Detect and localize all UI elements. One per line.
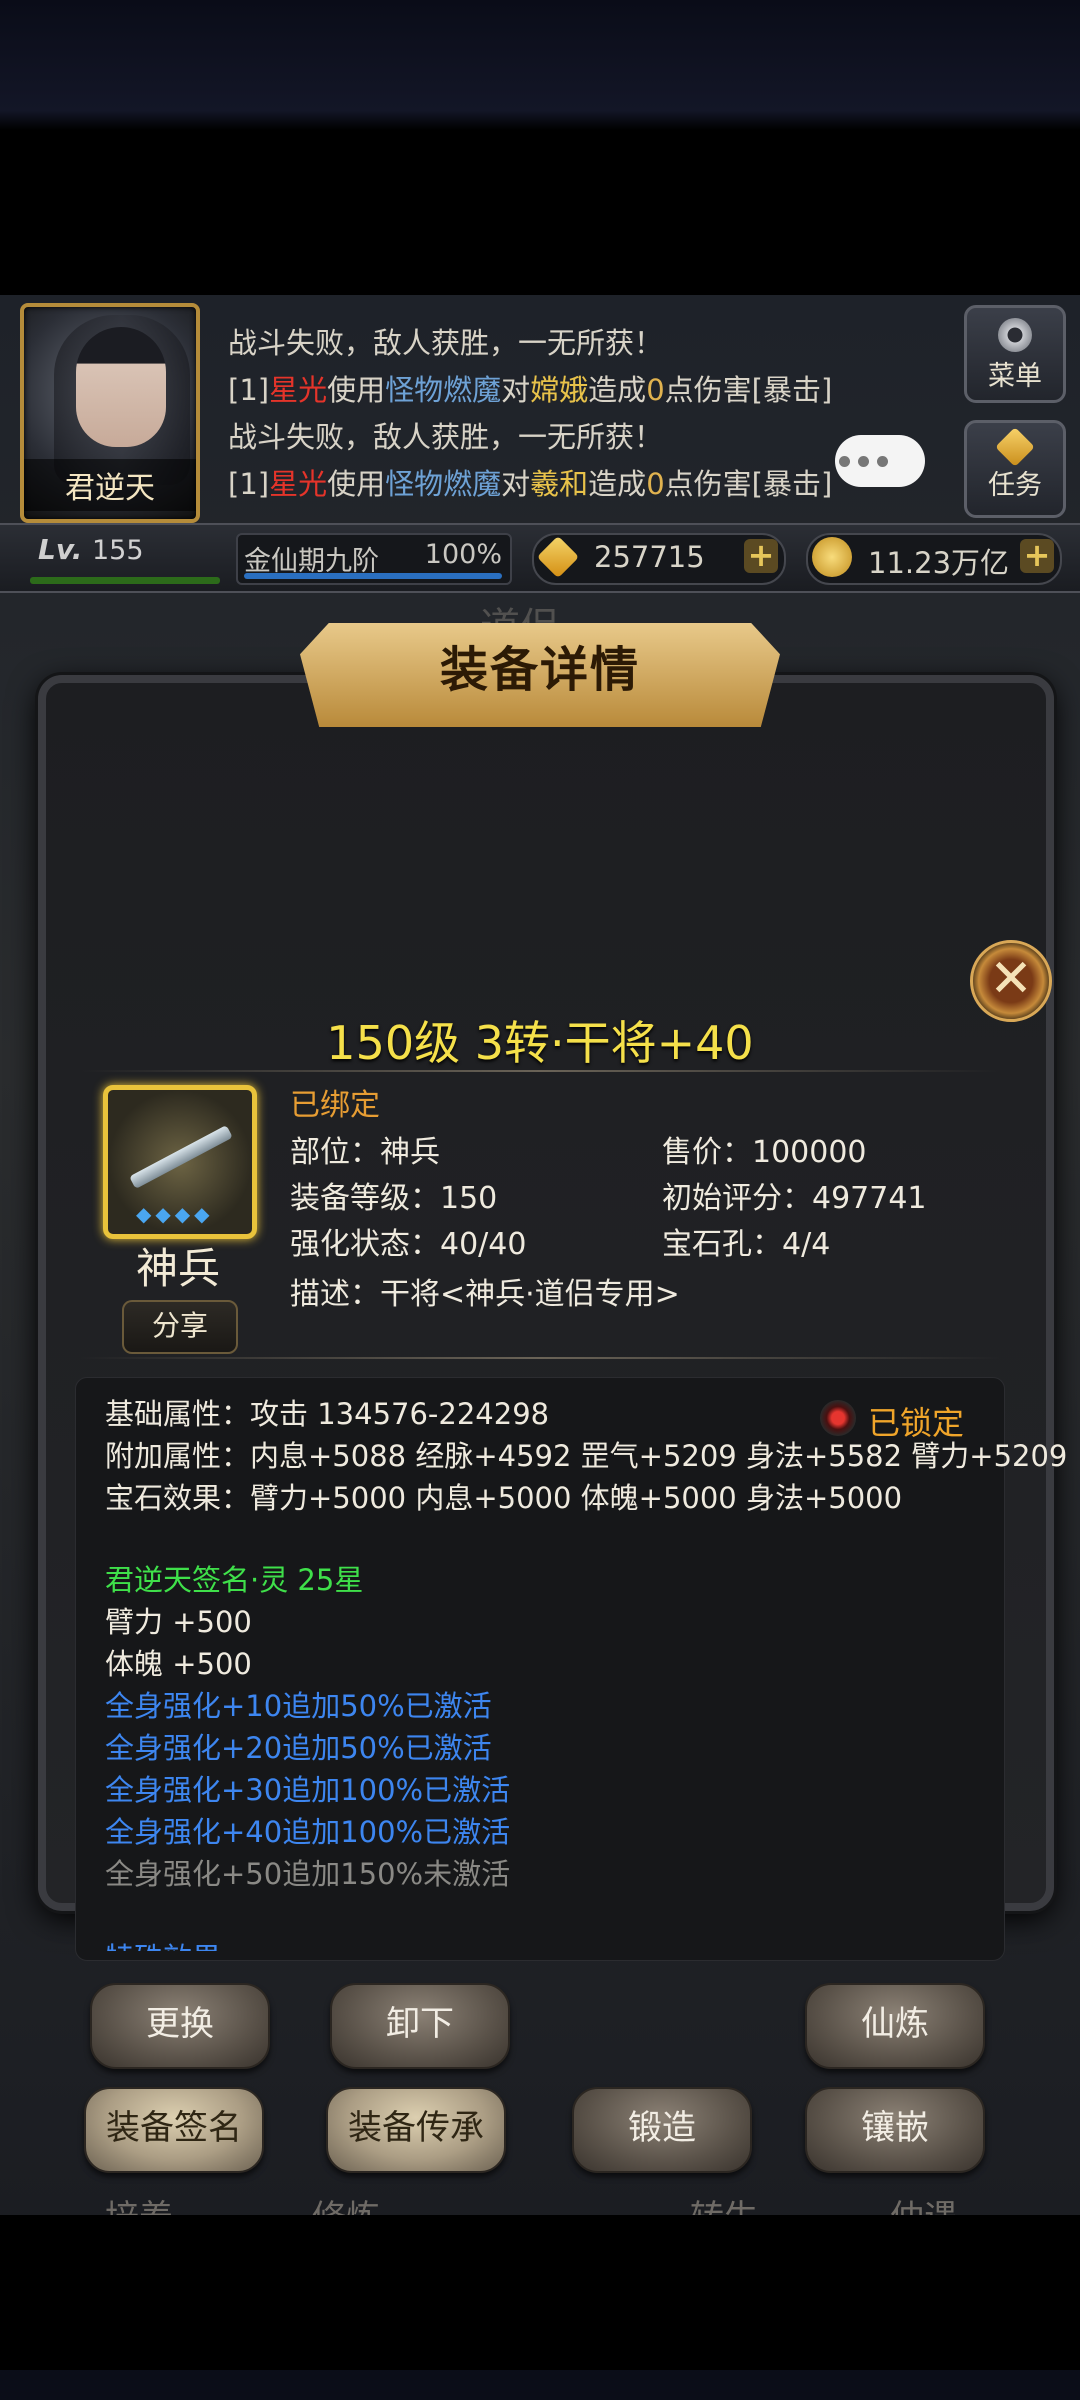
item-level: 装备等级：150: [290, 1181, 498, 1216]
battle-log-line: 战斗失败，敌人获胜，一无所获！: [228, 320, 948, 367]
tab-cultivate: 修炼: [312, 2190, 380, 2215]
task-label: 任务: [988, 470, 1042, 501]
log-segment: 对: [501, 467, 531, 501]
enhance-bonus: 全身强化+20追加50%已激活: [105, 1731, 492, 1765]
gem-holes: 宝石孔：4/4: [662, 1227, 831, 1262]
realm-bar: [244, 573, 502, 579]
refine-button[interactable]: 仙炼: [805, 1983, 985, 2069]
log-segment: 对: [501, 373, 531, 407]
log-segment: 羲和: [530, 467, 589, 501]
item-icon: ◆◆◆◆: [103, 1085, 257, 1239]
divider: [80, 1070, 1000, 1072]
item-price: 售价：100000: [662, 1135, 867, 1170]
extra-attributes: 附加属性：内息+5088 经脉+4592 罡气+5209 身法+5582 臂力+…: [105, 1439, 1068, 1473]
diamond-icon: [995, 427, 1035, 467]
gem-currency: 257715 +: [532, 533, 786, 585]
item-score: 初始评分：497741: [662, 1181, 927, 1216]
signature-title: 君逆天签名·灵 25星: [105, 1563, 364, 1597]
log-segment: 使用: [327, 373, 386, 407]
log-segment: 星光: [269, 467, 328, 501]
enhance-bonus: 全身强化+30追加100%已激活: [105, 1773, 511, 1807]
gear-icon: [998, 318, 1032, 352]
log-segment: 战斗失败，敌人获胜，一无所获！: [228, 420, 664, 454]
inherit-equipment-button[interactable]: 装备传承: [326, 2087, 506, 2173]
share-button[interactable]: 分享: [122, 1300, 238, 1354]
log-segment: 星光: [269, 373, 328, 407]
enhance-bonus-inactive: 全身强化+50追加150%未激活: [105, 1857, 511, 1891]
log-segment: 0: [646, 467, 665, 501]
top-strip: [0, 0, 1080, 130]
avatar-face: [76, 327, 166, 447]
enhance-bonus: 全身强化+10追加50%已激活: [105, 1689, 492, 1723]
inlay-button[interactable]: 镶嵌: [805, 2087, 985, 2173]
tab-encounter: 仲遇: [890, 2190, 958, 2215]
realm-progress: 金仙期九阶 100%: [236, 533, 512, 585]
close-button[interactable]: ✕: [970, 940, 1052, 1022]
task-button[interactable]: 任务: [964, 420, 1066, 518]
gold-coin-icon: [812, 537, 852, 577]
chat-bubble-icon[interactable]: [835, 435, 925, 487]
player-avatar[interactable]: 君逆天: [20, 303, 200, 523]
signature-attr: 臂力 +500: [105, 1605, 252, 1639]
item-description: 描述：干将<神兵·道侣专用>: [290, 1277, 680, 1312]
divider: [80, 1357, 1000, 1359]
log-segment: 嫦娥: [530, 373, 589, 407]
base-attributes: 基础属性：攻击 134576-224298: [105, 1397, 550, 1431]
log-segment: 怪物燃魔: [385, 373, 502, 407]
unequip-button[interactable]: 卸下: [330, 1983, 510, 2069]
forge-button[interactable]: 锻造: [572, 2087, 752, 2173]
log-prefix: [1]: [228, 467, 270, 501]
signature-attr: 体魄 +500: [105, 1647, 252, 1681]
add-gems-button[interactable]: +: [744, 539, 778, 573]
stat-bar: Lv. 155 金仙期九阶 100% 257715 + 11.23万亿 +: [0, 523, 1080, 593]
battle-log-line: [1]星光使用怪物燃魔对嫦娥造成0点伤害[暴击]: [228, 367, 948, 414]
sword-icon: [129, 1124, 233, 1190]
add-gold-button[interactable]: +: [1020, 539, 1054, 573]
log-segment: 点伤害[暴击]: [664, 467, 833, 501]
enhance-status: 强化状态：40/40: [290, 1227, 527, 1262]
enhance-bonus: 全身强化+40追加100%已激活: [105, 1815, 511, 1849]
log-segment: 战斗失败，敌人获胜，一无所获！: [228, 326, 664, 360]
lock-icon[interactable]: [820, 1400, 856, 1436]
log-segment: 造成: [588, 467, 647, 501]
menu-label: 菜单: [988, 361, 1042, 392]
realm-percent: 100%: [424, 539, 502, 570]
game-screen: 君逆天 战斗失败，敌人获胜，一无所获！ [1]星光使用怪物燃魔对嫦娥造成0点伤害[…: [0, 295, 1080, 2215]
item-slot: 部位：神兵: [290, 1135, 440, 1170]
log-segment: 怪物燃魔: [385, 467, 502, 501]
gold-currency: 11.23万亿 +: [806, 533, 1062, 585]
log-segment: 点伤害[暴击]: [664, 373, 833, 407]
item-heading: 150级 3转·干将+40: [326, 1016, 754, 1070]
bottom-strip: [0, 2370, 1080, 2400]
log-prefix: [1]: [228, 373, 270, 407]
replace-button[interactable]: 更换: [90, 1983, 270, 2069]
log-segment: 0: [646, 373, 665, 407]
log-segment: 造成: [588, 373, 647, 407]
gem-value: 257715: [594, 540, 705, 574]
exp-bar: [30, 577, 220, 584]
gem-effects: 宝石效果：臂力+5000 内息+5000 体魄+5000 身法+5000: [105, 1481, 903, 1515]
item-type: 神兵: [135, 1244, 220, 1293]
dialog-title: 装备详情: [439, 642, 640, 698]
bound-status: 已绑定: [290, 1088, 380, 1123]
sign-equipment-button[interactable]: 装备签名: [84, 2087, 264, 2173]
special-effects-title: 特殊效果: [105, 1935, 221, 1951]
background-tabs: 培养 修炼 转生 仲遇: [0, 2190, 1080, 2215]
log-segment: 使用: [327, 467, 386, 501]
tab-train: 培养: [105, 2190, 173, 2215]
level-label: Lv.: [38, 533, 83, 566]
menu-button[interactable]: 菜单: [964, 305, 1066, 403]
level-value: 155: [92, 535, 144, 566]
tab-rebirth: 转生: [690, 2190, 758, 2215]
gem-slots-indicator: ◆◆◆◆: [136, 1202, 214, 1226]
player-name: 君逆天: [24, 459, 196, 511]
gold-value: 11.23万亿: [868, 546, 1010, 580]
gem-icon: [536, 535, 580, 579]
battle-log: 战斗失败，敌人获胜，一无所获！ [1]星光使用怪物燃魔对嫦娥造成0点伤害[暴击] 战…: [228, 320, 948, 508]
